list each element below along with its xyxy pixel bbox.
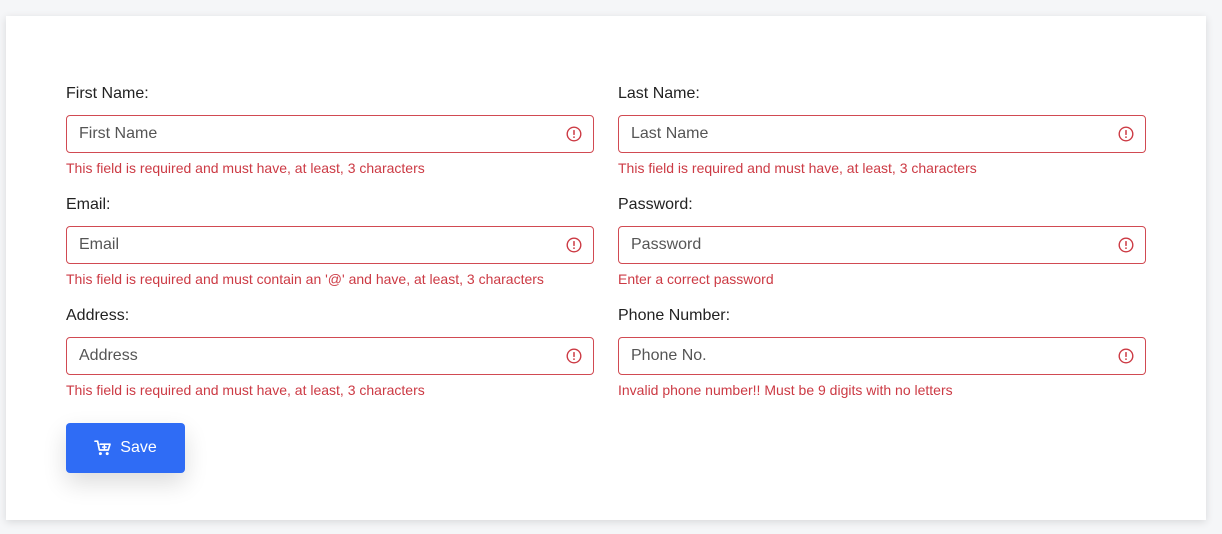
first-name-error: This field is required and must have, at… <box>66 160 425 176</box>
password-label: Password: <box>618 196 693 213</box>
email-error: This field is required and must contain … <box>66 271 544 287</box>
exclamation-circle-icon <box>566 348 582 364</box>
exclamation-circle-icon <box>1118 348 1134 364</box>
last-name-field-wrapper <box>618 115 1146 153</box>
address-group: Address: This field is required and must… <box>66 307 594 398</box>
password-group: Password: Enter a correct password <box>618 196 1146 287</box>
last-name-group: Last Name: This field is required and mu… <box>618 85 1146 176</box>
email-input[interactable] <box>67 227 593 263</box>
email-group: Email: This field is required and must c… <box>66 196 594 287</box>
phone-error: Invalid phone number!! Must be 9 digits … <box>618 382 953 398</box>
save-button[interactable]: Save <box>66 423 185 473</box>
email-field-wrapper <box>66 226 594 264</box>
phone-field-wrapper <box>618 337 1146 375</box>
first-name-label: First Name: <box>66 85 149 102</box>
form-card: First Name: This field is required and m… <box>6 16 1206 520</box>
phone-group: Phone Number: Invalid phone number!! Mus… <box>618 307 1146 398</box>
password-input[interactable] <box>619 227 1145 263</box>
email-label: Email: <box>66 196 111 213</box>
first-name-input[interactable] <box>67 116 593 152</box>
save-button-label: Save <box>120 439 157 456</box>
last-name-input[interactable] <box>619 116 1145 152</box>
first-name-group: First Name: This field is required and m… <box>66 85 594 176</box>
password-error: Enter a correct password <box>618 271 774 287</box>
cart-plus-icon <box>94 440 112 456</box>
exclamation-circle-icon <box>1118 126 1134 142</box>
last-name-error: This field is required and must have, at… <box>618 160 977 176</box>
password-field-wrapper <box>618 226 1146 264</box>
last-name-label: Last Name: <box>618 85 700 102</box>
address-error: This field is required and must have, at… <box>66 382 425 398</box>
first-name-field-wrapper <box>66 115 594 153</box>
exclamation-circle-icon <box>1118 237 1134 253</box>
address-field-wrapper <box>66 337 594 375</box>
address-label: Address: <box>66 307 130 324</box>
exclamation-circle-icon <box>566 237 582 253</box>
phone-label: Phone Number: <box>618 307 731 324</box>
address-input[interactable] <box>67 338 593 374</box>
phone-input[interactable] <box>619 338 1145 374</box>
exclamation-circle-icon <box>566 126 582 142</box>
